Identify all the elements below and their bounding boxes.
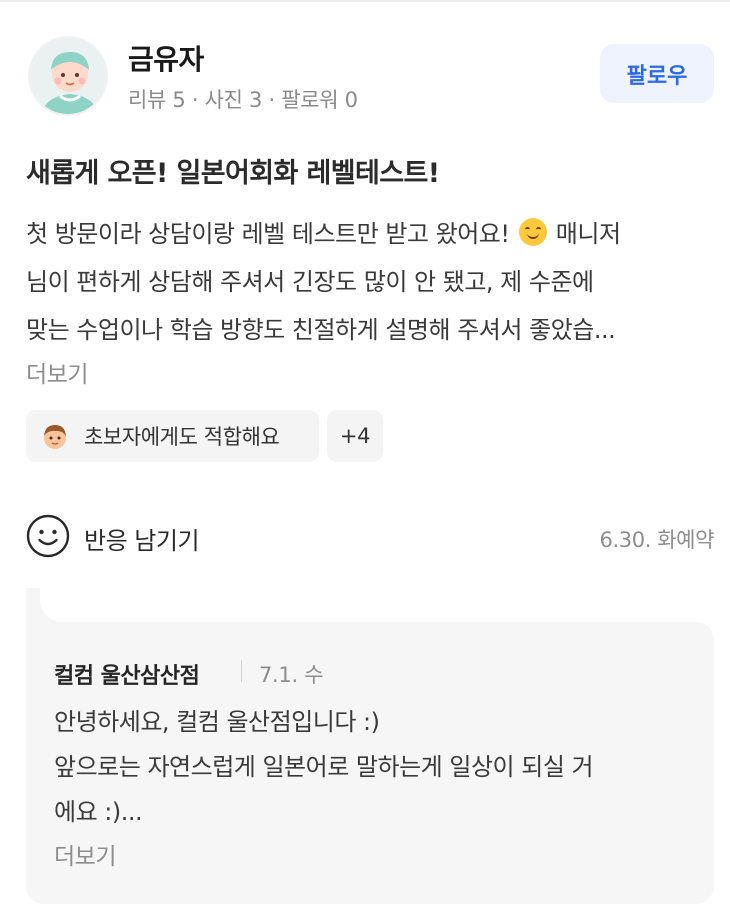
reaction-button[interactable]: 반응 남기기 [84,521,200,556]
review-body[interactable]: 첫 방문이라 상담이랑 레벨 테스트만 받고 왔어요! 매니저 님이 편하게 상… [26,210,716,354]
smile-emoji-icon [518,218,547,246]
avatar[interactable] [28,36,108,116]
review-line-2: 님이 편하게 상담해 주셔서 긴장도 많이 안 됐고, 제 수준에 [26,268,594,296]
reply-more-link[interactable]: 더보기 [54,837,116,871]
reply-body: 안녕하세요, 컬컴 울산점입니다 :) 앞으로는 자연스럽게 일본어로 말하는게… [54,700,694,835]
reply-date: 7.1. 수 [259,663,324,687]
more-keywords-chip[interactable]: +4 [327,410,383,462]
more-keywords-label: +4 [339,424,371,448]
reply-owner-name: 컬컴 울산삼산점 [54,664,200,689]
reply-line: 안녕하세요, 컬컴 울산점입니다 :) [54,708,380,736]
owner-reply: 컬컴 울산삼산점 7.1. 수 안녕하세요, 컬컴 울산점입니다 :) 앞으로는… [26,622,714,904]
visit-date: 6.30. 화예약 [599,528,715,552]
smile-outline-icon[interactable] [26,514,70,558]
review-line-3: 맞는 수업이나 학습 방향도 친절하게 설명해 주셔서 좋았습... [26,316,616,344]
keyword-chip-label: 초보자에게도 적합해요 [84,425,280,449]
keyword-chip[interactable]: 초보자에게도 적합해요 [26,410,319,462]
reply-divider [241,660,242,682]
follow-button[interactable]: 팔로우 [600,44,714,103]
reviewer-name[interactable]: 금유자 [128,38,204,78]
reply-line: 앞으로는 자연스럽게 일본어로 말하는게 일상이 되실 거 [54,753,594,781]
review-line: 첫 방문이라 상담이랑 레벨 테스트만 받고 왔어요! 매니저 [26,210,716,258]
child-face-icon [44,425,66,449]
review-more-link[interactable]: 더보기 [26,355,88,389]
reply-line: 에요 :)... [54,798,143,826]
review-line-1-tail: 매니저 [555,220,621,248]
top-divider [0,0,730,2]
review-line-1-text: 첫 방문이라 상담이랑 레벨 테스트만 받고 왔어요! [26,220,510,248]
review-title: 새롭게 오픈! 일본어회화 레벨테스트! [26,158,440,189]
reviewer-stats: 리뷰 5 · 사진 3 · 팔로워 0 [128,88,358,112]
user-avatar-icon [30,38,106,114]
